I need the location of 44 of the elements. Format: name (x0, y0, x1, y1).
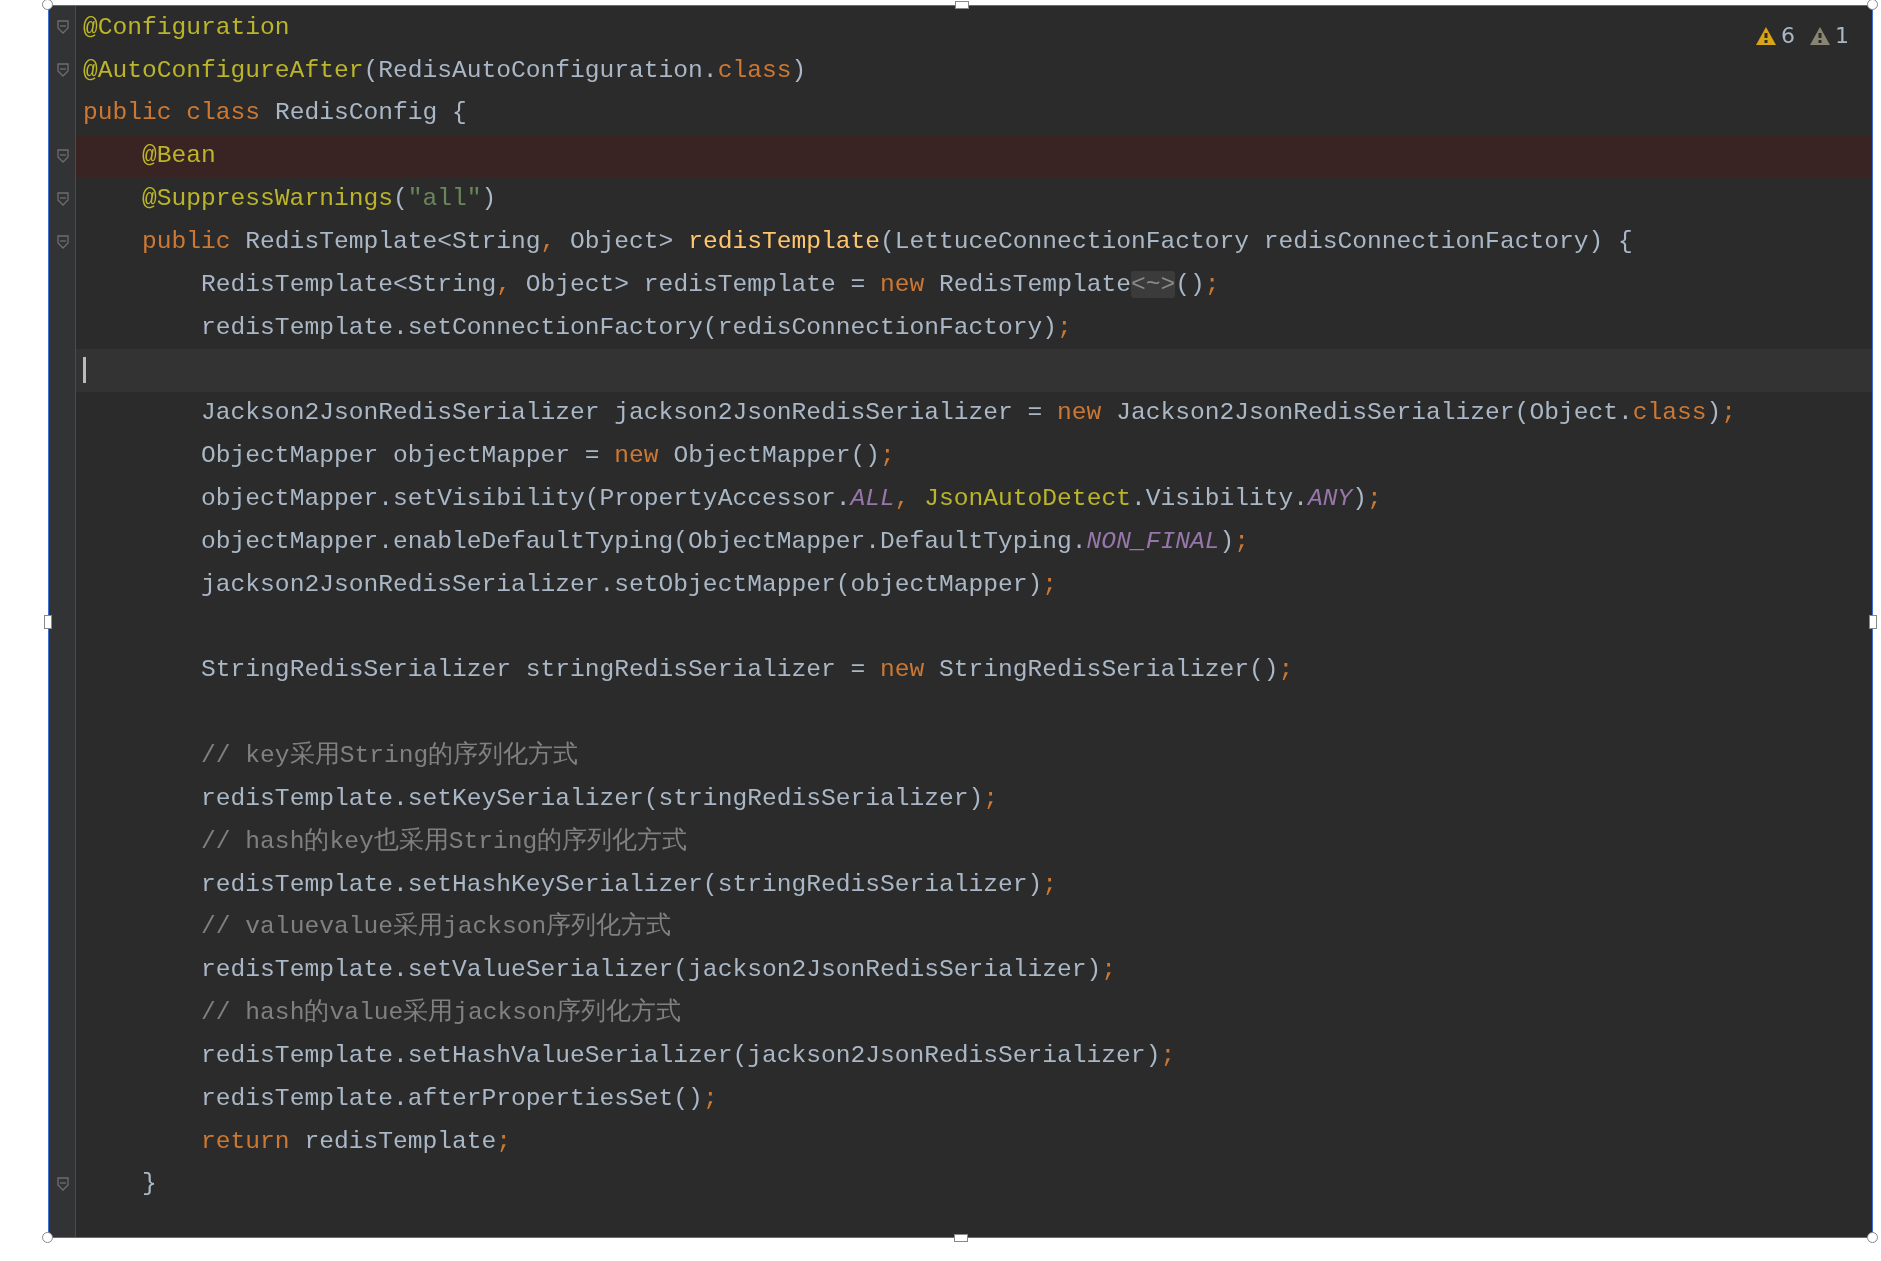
code-editor[interactable] (48, 5, 1873, 1238)
resize-handle[interactable] (1869, 614, 1877, 629)
code-line: redisTemplate.setKeySerializer(stringRedisSerializer); (201, 783, 999, 814)
code-line: RedisTemplate<String, Object> redisTemplate = new RedisTemplate<~>(); (201, 269, 1220, 300)
code-line: return redisTemplate; (201, 1126, 512, 1157)
code-line: // key采用String的序列化方式 (201, 741, 579, 771)
code-line: Jackson2JsonRedisSerializer jackson2JsonRedisSerializer = new Jackson2JsonRedisSerializer(Object.class); (201, 398, 1737, 428)
code-line: redisTemplate.setValueSerializer(jackson2JsonRedisSerializer); (201, 955, 1117, 985)
warning-icon[interactable] (1755, 25, 1777, 46)
code-line: public class RedisConfig { (83, 98, 467, 128)
resize-handle[interactable] (42, 1232, 53, 1243)
code-line: StringRedisSerializer stringRedisSerializer = new StringRedisSerializer(); (201, 655, 1294, 685)
resize-handle[interactable] (1867, 0, 1878, 10)
fold-icon[interactable] (56, 63, 69, 78)
resize-handle[interactable] (953, 1234, 968, 1242)
code-line: jackson2JsonRedisSerializer.setObjectMapper(objectMapper); (201, 569, 1058, 600)
warning-count: 1 (1835, 22, 1849, 50)
code-line: // valuevalue采用jackson序列化方式 (201, 912, 672, 942)
code-line: @Bean (142, 141, 216, 171)
fold-icon[interactable] (56, 191, 69, 206)
resize-handle[interactable] (954, 1, 969, 9)
resize-handle[interactable] (44, 614, 52, 629)
code-line: redisTemplate.setHashValueSerializer(jackson2JsonRedisSerializer); (201, 1040, 1176, 1071)
warning-count: 6 (1781, 22, 1795, 50)
resize-handle[interactable] (1867, 1232, 1878, 1243)
code-line: @SuppressWarnings("all") (142, 184, 497, 214)
code-line: @AutoConfigureAfter(RedisAutoConfiguration.class) (83, 55, 807, 85)
code-line: redisTemplate.setConnectionFactory(redisConnectionFactory); (201, 312, 1072, 343)
code-line: } (142, 1169, 157, 1199)
code-line: redisTemplate.setHashKeySerializer(stringRedisSerializer); (201, 869, 1058, 900)
fold-icon[interactable] (56, 234, 69, 249)
code-line: public RedisTemplate<String, Object> redisTemplate(LettuceConnectionFactory redisConnectionFactory) { (142, 226, 1633, 257)
warning-icon[interactable] (1809, 25, 1831, 46)
code-line: // hash的key也采用String的序列化方式 (201, 826, 688, 857)
code-line: redisTemplate.afterPropertiesSet(); (201, 1083, 718, 1114)
resize-handle[interactable] (42, 0, 53, 10)
code-line: @Configuration (83, 12, 290, 43)
code-line: objectMapper.enableDefaultTyping(ObjectMapper.DefaultTyping.NON_FINAL); (201, 526, 1249, 557)
fold-icon[interactable] (56, 20, 69, 35)
code-line: ObjectMapper objectMapper = new ObjectMapper(); (201, 441, 895, 471)
fold-icon[interactable] (56, 148, 69, 163)
fold-icon[interactable] (56, 1177, 69, 1192)
code-line: objectMapper.setVisibility(PropertyAccessor.ALL, JsonAutoDetect.Visibility.ANY); (201, 483, 1382, 514)
code-line: // hash的value采用jackson序列化方式 (201, 998, 682, 1028)
